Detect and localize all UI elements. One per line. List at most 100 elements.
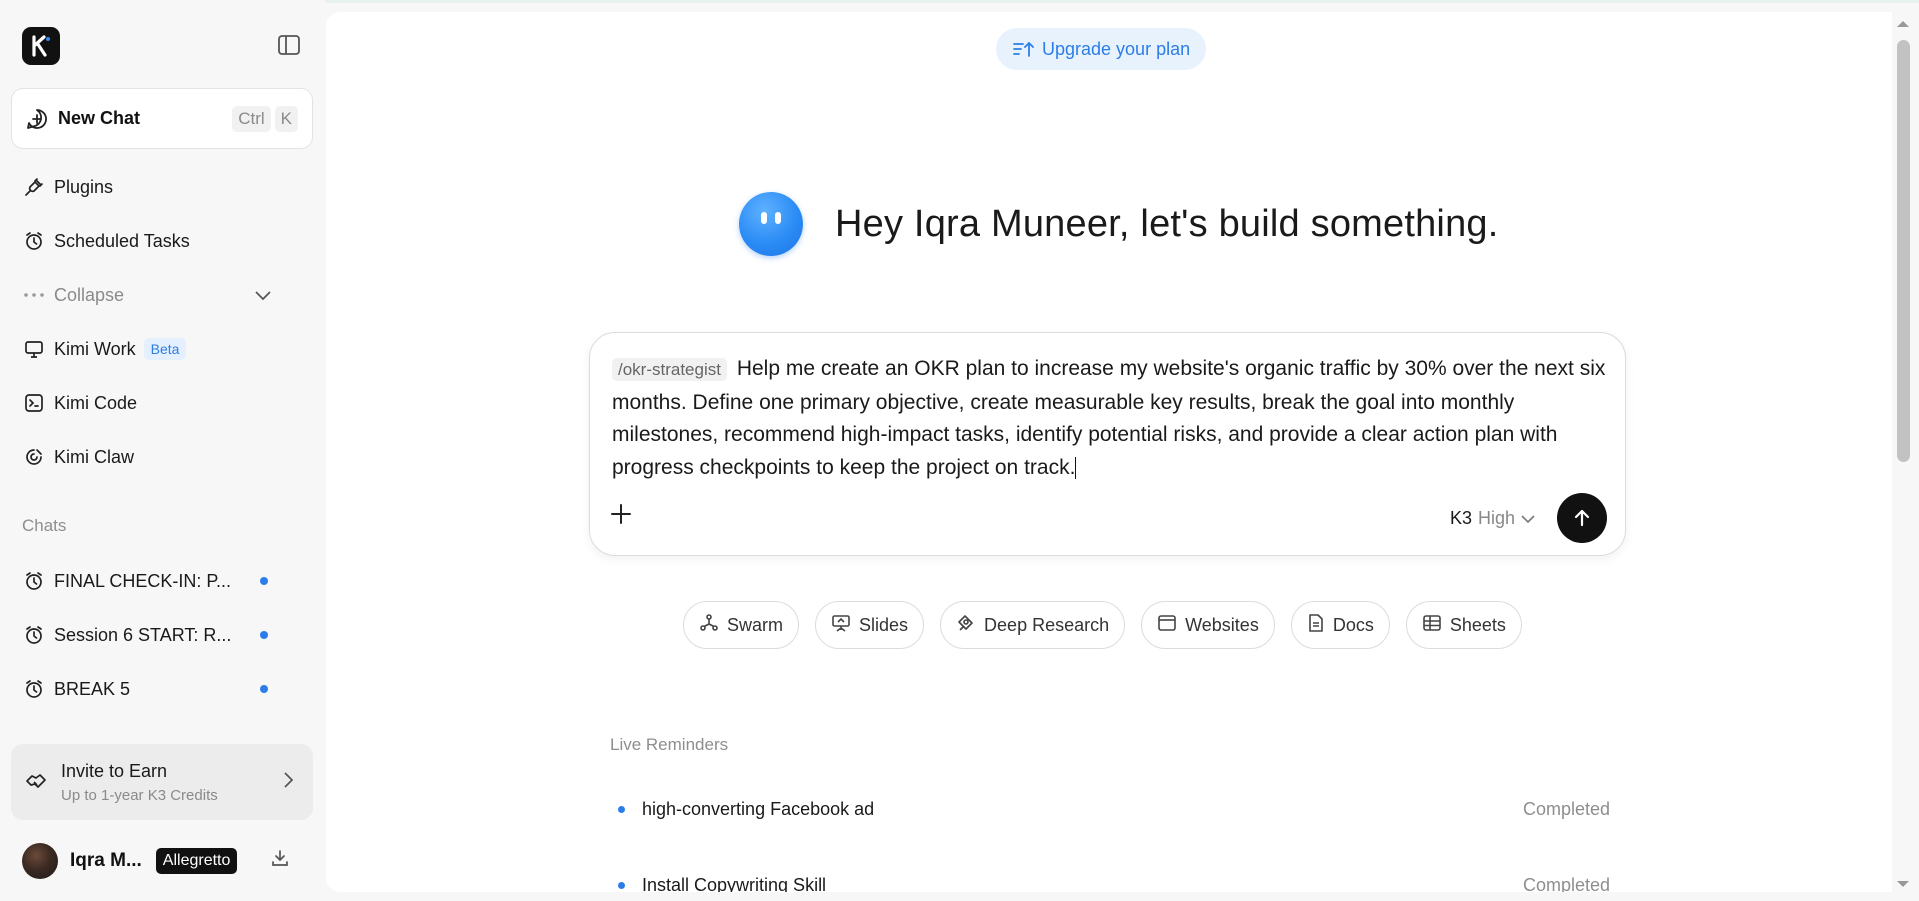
invite-to-earn-card[interactable]: Invite to Earn Up to 1-year K3 Credits xyxy=(11,744,313,820)
invite-title: Invite to Earn xyxy=(61,760,168,781)
prompt-input[interactable]: /okr-strategist Help me create an OKR pl… xyxy=(612,353,1612,484)
kimi-k-logo-icon xyxy=(32,35,50,57)
download-icon[interactable] xyxy=(270,848,290,873)
new-chat-shortcut: Ctrl K xyxy=(232,105,298,132)
upgrade-icon xyxy=(1013,41,1034,57)
chat-item-break-5[interactable]: BREAK 5 xyxy=(11,667,313,711)
reminder-status: Completed xyxy=(1522,798,1610,819)
sidebar-item-collapse[interactable]: Collapse xyxy=(11,273,313,317)
shortcut-key-k: K xyxy=(274,105,298,132)
monitor-icon xyxy=(23,338,45,360)
unread-dot xyxy=(260,631,268,639)
scrollbar-thumb[interactable] xyxy=(1897,40,1910,462)
table-icon xyxy=(1422,613,1442,638)
more-dots-icon xyxy=(23,284,45,306)
add-attachment-icon[interactable] xyxy=(610,503,632,530)
sidebar-item-label: Kimi Code xyxy=(54,392,138,413)
alarm-clock-icon xyxy=(23,570,45,592)
tool-slides-button[interactable]: Slides xyxy=(815,601,925,649)
reminder-item[interactable]: Install Copywriting Skill Completed xyxy=(610,870,1610,892)
skill-chip[interactable]: /okr-strategist xyxy=(612,358,727,381)
swarm-icon xyxy=(699,613,719,638)
browser-window-icon xyxy=(1157,613,1177,638)
sidebar: New Chat Ctrl K Plugins Scheduled Tasks … xyxy=(0,0,325,901)
bullet-dot xyxy=(618,805,625,813)
new-chat-icon xyxy=(27,108,47,129)
model-name: K3 xyxy=(1450,508,1473,528)
tool-deep-research-button[interactable]: Deep Research xyxy=(940,601,1126,649)
prompt-text: Help me create an OKR plan to increase m… xyxy=(612,357,1606,479)
arrow-up-icon xyxy=(1574,509,1590,527)
avatar[interactable] xyxy=(22,843,58,879)
sidebar-item-label: Scheduled Tasks xyxy=(54,230,190,251)
sidebar-item-label: Plugins xyxy=(54,176,114,197)
claw-icon xyxy=(23,446,45,468)
sidebar-item-label: Kimi Work xyxy=(54,338,136,359)
sidebar-item-label: Kimi Claw xyxy=(54,446,135,467)
user-profile: Iqra M... Allegretto xyxy=(22,842,322,880)
sidebar-item-kimi-code[interactable]: Kimi Code xyxy=(11,381,313,425)
new-chat-button[interactable]: New Chat Ctrl K xyxy=(11,88,313,149)
kimi-logo[interactable] xyxy=(22,27,60,65)
scroll-up-icon[interactable] xyxy=(1896,16,1910,27)
handshake-icon xyxy=(25,769,47,796)
tool-label: Websites xyxy=(1185,614,1259,635)
alarm-clock-icon xyxy=(23,230,45,252)
chat-item-label: FINAL CHECK-IN: P... xyxy=(54,570,232,591)
sidebar-item-kimi-work[interactable]: Kimi Work Beta xyxy=(11,327,313,371)
greeting-header: Hey Iqra Muneer, let's build something. xyxy=(739,192,1499,256)
live-reminders-title: Live Reminders xyxy=(610,735,729,754)
tool-label: Deep Research xyxy=(984,614,1110,635)
sidebar-toggle-icon[interactable] xyxy=(277,34,301,56)
chat-item-label: Session 6 START: R... xyxy=(54,624,232,645)
bullet-dot xyxy=(618,881,625,889)
chat-item-label: BREAK 5 xyxy=(54,678,131,699)
kimi-mascot-icon xyxy=(739,192,803,256)
text-caret xyxy=(1075,456,1077,479)
unread-dot xyxy=(260,577,268,585)
sidebar-item-kimi-claw[interactable]: Kimi Claw xyxy=(11,435,313,479)
sidebar-item-plugins[interactable]: Plugins xyxy=(11,165,313,209)
terminal-icon xyxy=(23,392,45,414)
tool-docs-button[interactable]: Docs xyxy=(1290,601,1390,649)
shortcut-key-ctrl: Ctrl xyxy=(232,105,271,132)
chevron-right-icon xyxy=(283,771,294,793)
beta-badge: Beta xyxy=(143,338,187,360)
plug-icon xyxy=(23,176,45,198)
user-name[interactable]: Iqra M... xyxy=(70,850,142,872)
reminder-status: Completed xyxy=(1522,874,1610,893)
tool-label: Docs xyxy=(1332,614,1374,635)
document-icon xyxy=(1307,613,1325,638)
presentation-icon xyxy=(831,613,851,638)
tool-websites-button[interactable]: Websites xyxy=(1141,601,1275,649)
chat-item-session-6[interactable]: Session 6 START: R... xyxy=(11,613,313,657)
tool-label: Sheets xyxy=(1449,614,1506,635)
sidebar-item-label: Collapse xyxy=(54,284,125,305)
send-button[interactable] xyxy=(1557,493,1607,543)
tool-chips: Swarm Slides Deep Research Websites Docs… xyxy=(683,601,1522,649)
new-chat-label: New Chat xyxy=(58,108,141,128)
alarm-clock-icon xyxy=(23,624,45,646)
upgrade-plan-button[interactable]: Upgrade your plan xyxy=(996,28,1207,70)
invite-subtitle: Up to 1-year K3 Credits xyxy=(61,786,218,804)
tool-sheets-button[interactable]: Sheets xyxy=(1405,601,1522,649)
reminder-title: high-converting Facebook ad xyxy=(642,798,875,819)
model-selector[interactable]: K3 High xyxy=(1450,508,1535,529)
reminder-title: Install Copywriting Skill xyxy=(642,874,827,893)
tool-label: Swarm xyxy=(727,614,784,635)
reminder-item[interactable]: high-converting Facebook ad Completed xyxy=(610,794,1610,824)
research-icon xyxy=(956,613,976,638)
chevron-down-icon xyxy=(255,285,271,306)
model-level: High xyxy=(1478,508,1516,528)
chat-item-final-check-in[interactable]: FINAL CHECK-IN: P... xyxy=(11,559,313,603)
chats-section-label: Chats xyxy=(22,516,67,535)
main-panel: Upgrade your plan Hey Iqra Muneer, let's… xyxy=(326,12,1894,892)
sidebar-item-scheduled-tasks[interactable]: Scheduled Tasks xyxy=(11,219,313,263)
tool-swarm-button[interactable]: Swarm xyxy=(683,601,800,649)
chevron-down-icon xyxy=(1521,508,1535,529)
scroll-down-icon[interactable] xyxy=(1896,876,1910,887)
upgrade-label: Upgrade your plan xyxy=(1042,38,1191,59)
prompt-composer[interactable]: /okr-strategist Help me create an OKR pl… xyxy=(589,332,1626,556)
plan-badge: Allegretto xyxy=(155,848,238,874)
tool-label: Slides xyxy=(859,614,909,635)
